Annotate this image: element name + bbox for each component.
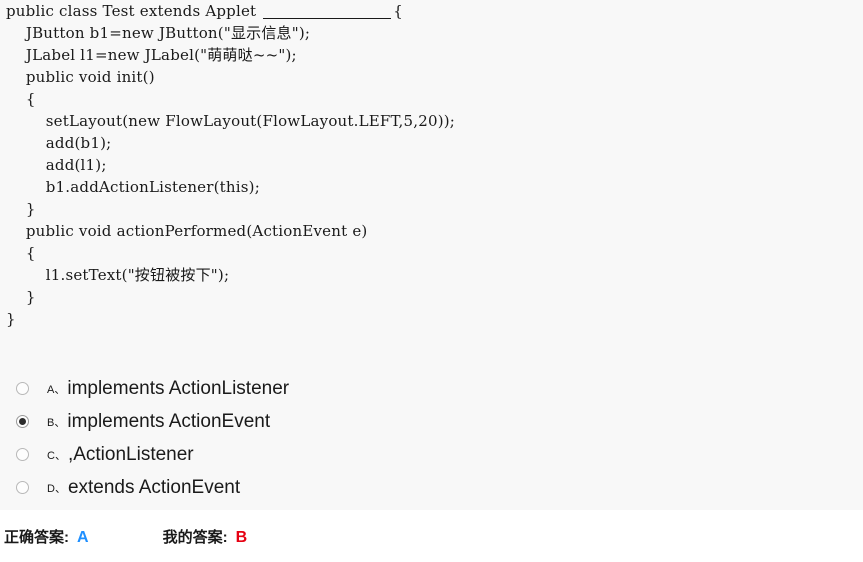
code-text: b1.addActionListener(this); bbox=[6, 178, 260, 196]
code-line: JButton b1=new JButton("显示信息"); bbox=[0, 22, 863, 44]
option-letter: B、 bbox=[47, 416, 66, 429]
code-line: add(l1); bbox=[0, 154, 863, 176]
option-letter: A、 bbox=[47, 383, 66, 396]
option-row[interactable]: C、 ,ActionListener bbox=[0, 438, 863, 471]
answer-bar: 正确答案: A 我的答案: B bbox=[0, 510, 863, 562]
correct-answer-label: 正确答案: bbox=[4, 528, 69, 546]
option-row[interactable]: B、 implements ActionEvent bbox=[0, 405, 863, 438]
code-text: public void init() bbox=[6, 68, 155, 86]
code-text: { bbox=[6, 90, 36, 108]
code-text: public void actionPerformed(ActionEvent … bbox=[6, 222, 368, 240]
radio-button-a[interactable] bbox=[16, 382, 29, 395]
my-answer-value: B bbox=[235, 528, 248, 546]
code-line: JLabel l1=new JLabel("萌萌哒~~"); bbox=[0, 44, 863, 66]
code-line: setLayout(new FlowLayout(FlowLayout.LEFT… bbox=[0, 110, 863, 132]
code-line: l1.setText("按钮被按下"); bbox=[0, 264, 863, 286]
option-text: ,ActionListener bbox=[67, 443, 194, 465]
code-line: { bbox=[0, 242, 863, 264]
code-text: l1.setText("按钮被按下"); bbox=[6, 266, 230, 284]
code-text: add(l1); bbox=[6, 156, 107, 174]
code-line: add(b1); bbox=[0, 132, 863, 154]
option-row[interactable]: D、 extends ActionEvent bbox=[0, 471, 863, 504]
code-text: public class Test extends Applet bbox=[6, 2, 262, 20]
code-line: } bbox=[0, 286, 863, 308]
code-snippet: public class Test extends Applet { JButt… bbox=[0, 0, 863, 330]
code-text: { bbox=[6, 244, 36, 262]
code-text: add(b1); bbox=[6, 134, 112, 152]
correct-answer-value: A bbox=[77, 528, 89, 546]
code-text: } bbox=[6, 310, 16, 328]
correct-answer-group: 正确答案: A bbox=[4, 526, 89, 547]
radio-button-c[interactable] bbox=[16, 448, 29, 461]
code-line: } bbox=[0, 308, 863, 330]
options-list: A、 implements ActionListener B、 implements … bbox=[0, 372, 863, 504]
code-line: public void actionPerformed(ActionEvent … bbox=[0, 220, 863, 242]
code-text: } bbox=[6, 200, 36, 218]
my-answer-group: 我的答案: B bbox=[163, 526, 248, 547]
my-answer-label: 我的答案: bbox=[162, 528, 228, 546]
code-line: b1.addActionListener(this); bbox=[0, 176, 863, 198]
option-letter: D、 bbox=[47, 482, 66, 495]
radio-button-d[interactable] bbox=[16, 481, 29, 494]
code-text: JButton b1=new JButton("显示信息"); bbox=[6, 24, 311, 42]
code-line: } bbox=[0, 198, 863, 220]
code-text: } bbox=[6, 288, 36, 306]
fill-in-blank bbox=[263, 18, 392, 19]
option-text: extends ActionEvent bbox=[67, 476, 241, 498]
code-line: public void init() bbox=[0, 66, 863, 88]
option-letter: C、 bbox=[47, 449, 66, 462]
code-text: JLabel l1=new JLabel("萌萌哒~~"); bbox=[6, 46, 297, 64]
code-text-tail: { bbox=[393, 2, 403, 20]
option-text: implements ActionListener bbox=[67, 377, 290, 399]
option-row[interactable]: A、 implements ActionListener bbox=[0, 372, 863, 405]
option-text: implements ActionEvent bbox=[67, 410, 271, 432]
code-line: public class Test extends Applet { bbox=[0, 0, 863, 22]
code-line: { bbox=[0, 88, 863, 110]
code-text: setLayout(new FlowLayout(FlowLayout.LEFT… bbox=[6, 112, 456, 130]
radio-button-b[interactable] bbox=[16, 415, 29, 428]
question-panel: public class Test extends Applet { JButt… bbox=[0, 0, 863, 510]
